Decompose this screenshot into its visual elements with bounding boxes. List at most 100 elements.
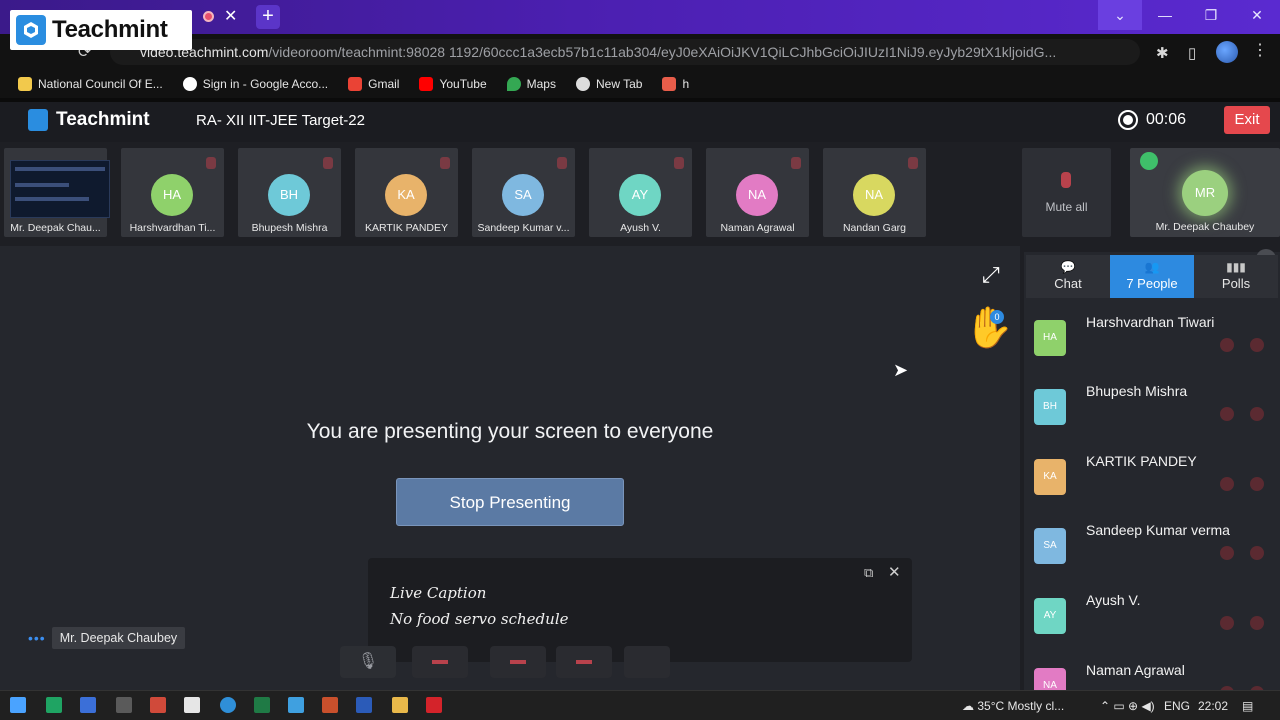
restore-button[interactable]: ❐ [1188, 0, 1234, 30]
tab-search-button[interactable]: ⌄ [1098, 0, 1142, 30]
tab-close-icon[interactable]: ✕ [224, 6, 237, 26]
mic-off-icon[interactable] [1250, 338, 1264, 352]
camera-off-icon[interactable] [1220, 546, 1234, 560]
participant-tile-screen[interactable]: Mr. Deepak Chau... [4, 148, 110, 237]
participant-tile[interactable]: NA Naman Agrawal [706, 148, 809, 237]
open-external-icon[interactable]: ⧉ [864, 565, 873, 581]
bookmark-h[interactable]: h [662, 77, 689, 91]
participant-tile[interactable]: AY Ayush V. [589, 148, 692, 237]
close-window-button[interactable]: ✕ [1234, 0, 1280, 30]
participant-tile[interactable]: KA KARTIK PANDEY [355, 148, 458, 237]
participant-name: Naman Agrawal [720, 222, 795, 234]
powerpoint-icon[interactable] [322, 697, 338, 713]
screen-share-button[interactable] [490, 646, 546, 678]
people-list-item[interactable]: NA Naman Agrawal [1026, 656, 1278, 690]
people-list-item[interactable]: SA Sandeep Kumar verma [1026, 516, 1278, 582]
camera-off-icon[interactable] [1220, 338, 1234, 352]
camera-off-icon[interactable] [1220, 616, 1234, 630]
raise-hand-icon[interactable]: ✋ [964, 308, 1014, 348]
people-list-item[interactable]: KA KARTIK PANDEY [1026, 447, 1278, 513]
self-name: Mr. Deepak Chaubey [1155, 221, 1255, 233]
word-icon[interactable] [356, 697, 372, 713]
sidebar-icon[interactable]: ▯ [1188, 44, 1196, 62]
clock[interactable]: 22:02 [1198, 699, 1228, 713]
browser-menu-icon[interactable]: ⋮ [1252, 40, 1268, 60]
camera-button[interactable] [412, 646, 468, 678]
teachmint-logo-icon [28, 109, 48, 131]
mic-off-icon[interactable] [1250, 477, 1264, 491]
tab-people[interactable]: 👥 7 People [1110, 255, 1194, 298]
camera-off-icon[interactable] [1220, 477, 1234, 491]
record-control-icon [576, 660, 592, 664]
exit-button[interactable]: Exit [1224, 106, 1270, 134]
bookmarks-bar: National Council Of E... Sign in - Googl… [0, 70, 1280, 98]
browser-tab-bar [0, 0, 1280, 34]
file-explorer-icon[interactable] [392, 697, 408, 713]
tab-polls[interactable]: ▮▮▮ Polls [1194, 255, 1278, 298]
bookmark-ncert[interactable]: National Council Of E... [18, 77, 163, 91]
bookmark-new-tab[interactable]: New Tab [575, 77, 642, 91]
notification-icon[interactable]: ▤ [1242, 699, 1253, 713]
participant-name: Ayush V. [620, 222, 661, 234]
language-indicator[interactable]: ENG [1164, 699, 1190, 713]
microphone-button[interactable]: 🎙 [340, 646, 396, 678]
windows-start-icon[interactable] [10, 697, 26, 713]
participant-tile[interactable]: NA Nandan Garg [823, 148, 926, 237]
extensions-icon[interactable]: ✱ [1156, 44, 1169, 62]
camera-off-icon[interactable] [1220, 407, 1234, 421]
app-brand: Teachmint [56, 109, 150, 130]
close-icon[interactable]: ✕ [888, 563, 901, 581]
record-button[interactable] [556, 646, 612, 678]
maps-icon [506, 77, 521, 91]
self-video-tile[interactable]: MR Mr. Deepak Chaubey [1130, 148, 1280, 237]
participant-name: Nandan Garg [842, 222, 907, 234]
avatar: SA [502, 174, 544, 216]
people-list-item[interactable]: HA Harshvardhan Tiwari [1026, 308, 1278, 374]
bookmark-maps[interactable]: Maps [506, 77, 556, 91]
app-icon[interactable] [116, 697, 132, 713]
edge-icon[interactable] [220, 697, 236, 713]
participant-tile[interactable]: HA Harshvardhan Ti... [121, 148, 224, 237]
participant-name: Mr. Deepak Chau... [10, 222, 101, 234]
task-view-icon[interactable] [184, 697, 200, 713]
weather-widget[interactable]: ☁ 35°C Mostly cl... [962, 699, 1064, 713]
more-options-button[interactable] [624, 646, 670, 678]
mic-on-icon [1140, 152, 1158, 170]
acrobat-icon[interactable] [426, 697, 442, 713]
people-list-item[interactable]: BH Bhupesh Mishra [1026, 377, 1278, 443]
participant-tile[interactable]: SA Sandeep Kumar v... [472, 148, 575, 237]
bookmark-google-signin[interactable]: Sign in - Google Acco... [182, 77, 328, 91]
app-icon[interactable] [80, 697, 96, 713]
mic-off-icon[interactable] [1250, 407, 1264, 421]
url-field[interactable]: video.teachmint.com/videoroom/teachmint:… [110, 39, 1140, 65]
gmail-icon [348, 77, 363, 91]
profile-avatar[interactable] [1216, 41, 1238, 63]
people-list-item[interactable]: AY Ayush V. [1026, 586, 1278, 652]
person-name: Ayush V. [1086, 592, 1141, 608]
participant-name: Bhupesh Mishra [251, 222, 328, 234]
minimize-button[interactable]: — [1142, 0, 1188, 30]
self-avatar: MR [1182, 170, 1228, 216]
avatar: BH [1034, 389, 1066, 425]
stop-presenting-button[interactable]: Stop Presenting [396, 478, 624, 526]
chrome-active-icon[interactable] [288, 697, 304, 713]
office-icon[interactable] [150, 697, 166, 713]
person-name: Sandeep Kumar verma [1086, 522, 1230, 538]
person-name: KARTIK PANDEY [1086, 453, 1197, 469]
mute-all-label: Mute all [1045, 200, 1088, 214]
excel-icon[interactable] [254, 697, 270, 713]
expand-icon[interactable]: ⤢ [982, 262, 1000, 288]
bookmark-youtube[interactable]: YouTube [419, 77, 487, 91]
mic-off-icon[interactable] [1250, 546, 1264, 560]
teachmint-logo-icon [16, 15, 46, 45]
new-tab-button[interactable]: + [256, 5, 280, 29]
avatar: HA [151, 174, 193, 216]
tray-icons[interactable]: ⌃ ▭ ⊕ ◀) [1100, 699, 1155, 713]
participant-tile[interactable]: BH Bhupesh Mishra [238, 148, 341, 237]
bookmark-gmail[interactable]: Gmail [348, 77, 399, 91]
mute-all-button[interactable]: Mute all [1022, 148, 1111, 237]
speaking-indicator-icon: ••• [28, 630, 46, 646]
mic-off-icon[interactable] [1250, 616, 1264, 630]
tab-chat[interactable]: 💬 Chat [1026, 255, 1110, 298]
sheets-icon[interactable] [46, 697, 62, 713]
